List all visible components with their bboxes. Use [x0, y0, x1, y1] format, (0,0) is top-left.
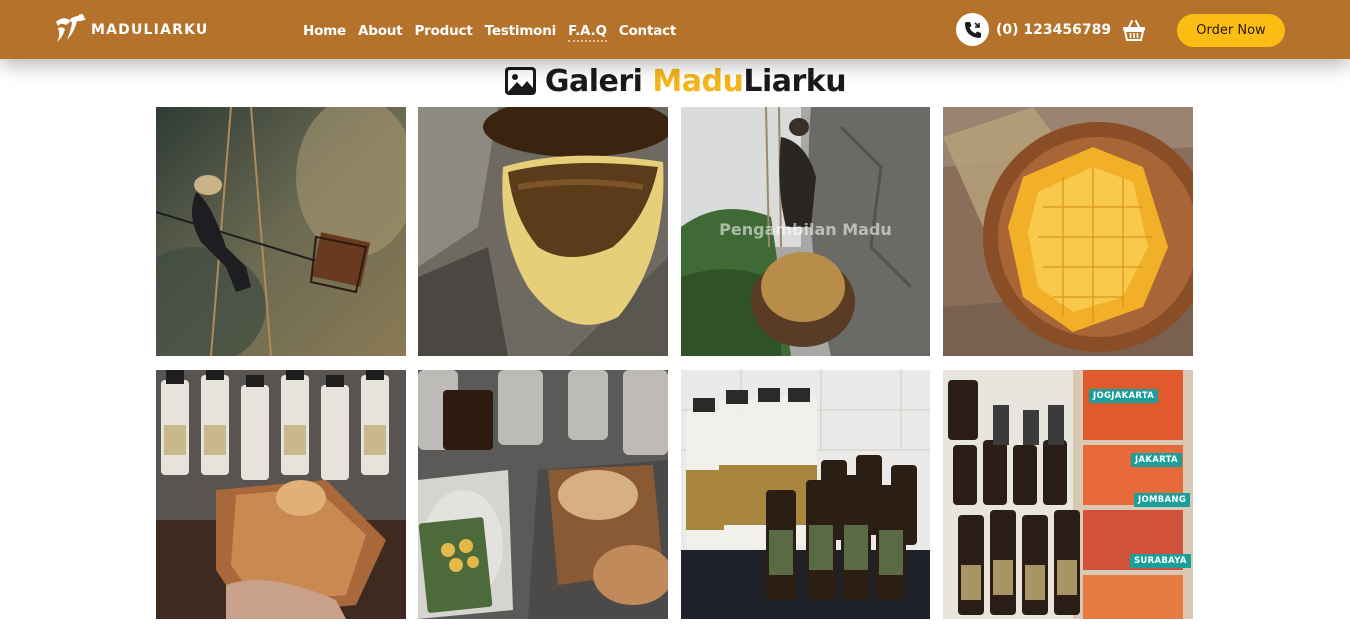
gallery-image[interactable] [681, 370, 930, 619]
city-tag: JOMBANG [1134, 493, 1191, 507]
basket-icon[interactable] [1121, 17, 1147, 43]
photo-honey-bottles [681, 370, 930, 619]
brand-logo-link[interactable]: MADULIARKU [53, 13, 208, 47]
nav-product[interactable]: Product [414, 22, 472, 42]
nav-testimoni[interactable]: Testimoni [485, 22, 557, 42]
city-tag: SURABAYA [1130, 554, 1191, 568]
phone-icon[interactable] [956, 13, 989, 46]
nav-about[interactable]: About [358, 22, 403, 42]
gallery-image[interactable]: JOGJAKARTA JAKARTA JOMBANG SURABAYA [943, 370, 1193, 619]
image-watermark: Pengambilan Madu [719, 220, 892, 239]
brand-name: MADULIARKU [91, 22, 209, 38]
city-tag: JAKARTA [1131, 453, 1182, 467]
gallery-image[interactable] [418, 370, 668, 619]
gallery-image[interactable] [418, 107, 668, 356]
gallery-image[interactable]: Pengambilan Madu [681, 107, 930, 356]
gallery-image[interactable] [156, 107, 406, 356]
photo-honeycomb-hand [156, 370, 406, 619]
nav-home[interactable]: Home [303, 22, 346, 42]
city-tag: JOGJAKARTA [1089, 389, 1159, 403]
nav-faq[interactable]: F.A.Q [568, 22, 607, 42]
photo-honey-hunter-cliff [156, 107, 406, 356]
phone-number[interactable]: (0) 123456789 [996, 22, 1111, 38]
bee-logo-icon [56, 14, 86, 42]
navbar: MADULIARKU Home About Product Testimoni … [0, 0, 1350, 59]
photo-wild-honeycomb [418, 107, 668, 356]
photo-honeycomb-bowl [943, 107, 1193, 356]
photo-honey-packaging [418, 370, 668, 619]
main-nav: Home About Product Testimoni F.A.Q Conta… [303, 22, 688, 42]
nav-contact[interactable]: Contact [619, 22, 677, 42]
order-now-button[interactable]: Order Now [1177, 14, 1285, 47]
gallery-grid: Pengambilan Madu JOGJAKARTA JAKARTA JOMB… [0, 0, 1350, 629]
gallery-image[interactable] [156, 370, 406, 619]
gallery-image[interactable] [943, 107, 1193, 356]
